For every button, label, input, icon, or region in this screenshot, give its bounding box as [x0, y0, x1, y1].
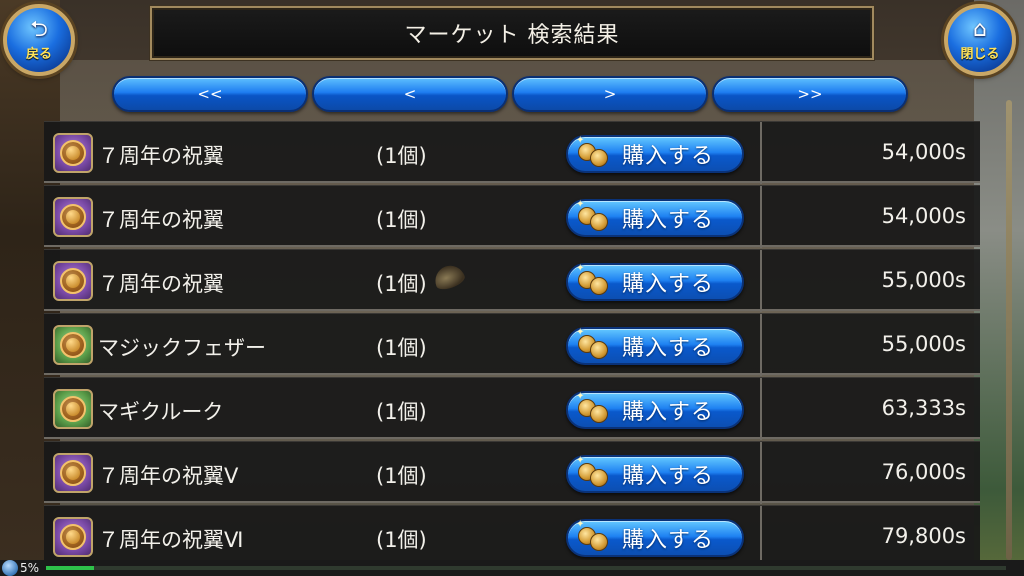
- purple-coin-icon: [53, 517, 93, 557]
- status-bar: 5%: [0, 560, 1024, 576]
- last-page-button[interactable]: >>: [712, 76, 908, 112]
- item-price: 54,000s: [881, 204, 966, 228]
- purple-coin-icon: [53, 453, 93, 493]
- list-item: ７周年の祝翼Ⅵ (1個) ✦ 購入する 79,800s: [44, 505, 980, 568]
- item-emblem: [60, 332, 86, 358]
- item-price: 55,000s: [881, 332, 966, 356]
- green-coin-icon: [53, 325, 93, 365]
- item-emblem: [60, 396, 86, 422]
- column-divider: [760, 122, 762, 184]
- close-button[interactable]: ⌂ 閉じる: [944, 4, 1016, 76]
- item-name: マギクルーク: [98, 400, 224, 424]
- item-price: 54,000s: [881, 140, 966, 164]
- item-name: ７周年の祝翼Ⅵ: [98, 528, 244, 552]
- item-quantity: (1個): [376, 208, 427, 232]
- list-item: マギクルーク (1個) ✦ 購入する 63,333s: [44, 377, 980, 440]
- column-divider: [760, 378, 762, 440]
- item-quantity: (1個): [376, 144, 427, 168]
- title-bar: マーケット 検索結果: [150, 6, 874, 60]
- item-quantity: (1個): [376, 528, 427, 552]
- item-quantity: (1個): [376, 272, 427, 296]
- coins-icon: ✦: [574, 391, 614, 425]
- item-emblem: [60, 140, 86, 166]
- coins-icon: ✦: [574, 519, 614, 553]
- column-divider: [760, 314, 762, 376]
- buy-button-label: 購入する: [622, 528, 715, 553]
- scrollbar[interactable]: [1006, 100, 1012, 560]
- progress-percent: 5%: [20, 561, 40, 575]
- column-divider: [760, 250, 762, 312]
- home-icon: ⌂: [973, 16, 987, 42]
- close-button-label: 閉じる: [960, 46, 1000, 62]
- item-emblem: [60, 268, 86, 294]
- buy-button[interactable]: ✦ 購入する: [566, 199, 744, 237]
- buy-button-label: 購入する: [622, 400, 715, 425]
- progress-fill: [46, 566, 94, 570]
- item-emblem: [60, 460, 86, 486]
- pagination: << < > >>: [112, 76, 912, 112]
- purple-coin-icon: [53, 261, 93, 301]
- coins-icon: ✦: [574, 199, 614, 233]
- item-quantity: (1個): [376, 464, 427, 488]
- coins-icon: ✦: [574, 455, 614, 489]
- buy-button[interactable]: ✦ 購入する: [566, 391, 744, 429]
- column-divider: [760, 442, 762, 504]
- green-coin-icon: [53, 389, 93, 429]
- item-emblem: [60, 204, 86, 230]
- buy-button[interactable]: ✦ 購入する: [566, 327, 744, 365]
- return-arrow-icon: ⮌: [30, 16, 48, 42]
- page-title: マーケット 検索結果: [404, 23, 620, 48]
- buy-button-label: 購入する: [622, 272, 715, 297]
- back-button[interactable]: ⮌ 戻る: [3, 4, 75, 76]
- coins-icon: ✦: [574, 135, 614, 169]
- item-name: ７周年の祝翼: [98, 208, 224, 232]
- item-price: 76,000s: [881, 460, 966, 484]
- item-emblem: [60, 524, 86, 550]
- coins-icon: ✦: [574, 263, 614, 297]
- prev-page-button[interactable]: <: [312, 76, 508, 112]
- item-price: 63,333s: [881, 396, 966, 420]
- purple-coin-icon: [53, 197, 93, 237]
- progress-bar: [46, 566, 1006, 570]
- buy-button[interactable]: ✦ 購入する: [566, 519, 744, 557]
- first-page-button[interactable]: <<: [112, 76, 308, 112]
- globe-icon: [2, 560, 18, 576]
- buy-button-label: 購入する: [622, 464, 715, 489]
- buy-button-label: 購入する: [622, 144, 715, 169]
- column-divider: [760, 186, 762, 248]
- item-name: ７周年の祝翼Ⅴ: [98, 464, 239, 488]
- back-button-label: 戻る: [25, 46, 52, 62]
- list-item: ７周年の祝翼Ⅴ (1個) ✦ 購入する 76,000s: [44, 441, 980, 504]
- item-name: ７周年の祝翼: [98, 272, 224, 296]
- list-item: マジックフェザー (1個) ✦ 購入する 55,000s: [44, 313, 980, 376]
- list-item: ７周年の祝翼 (1個) ✦ 購入する 54,000s: [44, 121, 980, 184]
- item-price: 79,800s: [881, 524, 966, 548]
- buy-button-label: 購入する: [622, 336, 715, 361]
- coins-icon: ✦: [574, 327, 614, 361]
- item-name: ７周年の祝翼: [98, 144, 224, 168]
- item-price: 55,000s: [881, 268, 966, 292]
- list-item: ７周年の祝翼 (1個) ✦ 購入する 54,000s: [44, 185, 980, 248]
- column-divider: [760, 506, 762, 568]
- buy-button[interactable]: ✦ 購入する: [566, 135, 744, 173]
- list-item: ７周年の祝翼 (1個) ✦ 購入する 55,000s: [44, 249, 980, 312]
- buy-button[interactable]: ✦ 購入する: [566, 455, 744, 493]
- item-name: マジックフェザー: [98, 336, 266, 360]
- item-quantity: (1個): [376, 400, 427, 424]
- purple-coin-icon: [53, 133, 93, 173]
- next-page-button[interactable]: >: [512, 76, 708, 112]
- background-right: [974, 0, 1024, 576]
- buy-button[interactable]: ✦ 購入する: [566, 263, 744, 301]
- item-quantity: (1個): [376, 336, 427, 360]
- buy-button-label: 購入する: [622, 208, 715, 233]
